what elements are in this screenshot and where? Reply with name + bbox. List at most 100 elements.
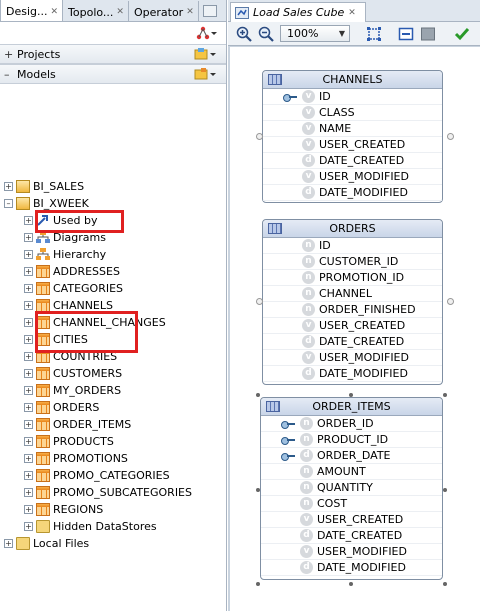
diagram-canvas[interactable]: CHANNELS v ID v CLASS v NAME v USER_CREATED …	[230, 47, 480, 611]
properties-icon[interactable]	[420, 26, 436, 42]
collapse-icon[interactable]: –	[4, 199, 13, 208]
attribute-row[interactable]: v NAME	[263, 121, 442, 137]
tree-item-datastore[interactable]: + CUSTOMERS	[24, 365, 122, 382]
attribute-row[interactable]: n QUANTITY	[261, 480, 442, 496]
validate-icon[interactable]	[454, 26, 470, 42]
attribute-row[interactable]: v USER_MODIFIED	[261, 544, 442, 560]
collapse-icon[interactable]: –	[4, 68, 14, 81]
tree-item-hidden-datastores[interactable]: + Hidden DataStores	[24, 518, 157, 535]
models-toolbar[interactable]	[194, 67, 218, 81]
expand-icon[interactable]: +	[24, 284, 33, 293]
zoom-select[interactable]: 100% ▼	[280, 25, 350, 42]
tree-item-datastore[interactable]: + REGIONS	[24, 501, 103, 518]
selection-handle[interactable]	[443, 488, 447, 492]
attribute-row[interactable]: n CHANNEL	[263, 286, 442, 302]
zoom-in-icon[interactable]	[236, 26, 252, 42]
close-icon[interactable]: ✕	[348, 8, 356, 18]
attribute-row[interactable]: n ID	[263, 238, 442, 254]
minimize-icon[interactable]	[202, 4, 217, 17]
attribute-row[interactable]: n AMOUNT	[261, 464, 442, 480]
tree-item-datastore[interactable]: + PROMOTIONS	[24, 450, 128, 467]
tree-item-hierarchy[interactable]: + Hierarchy	[24, 246, 106, 263]
entity-header[interactable]: CHANNELS	[263, 71, 442, 89]
accordion-projects[interactable]: + Projects	[0, 44, 226, 64]
tree-item-local-files[interactable]: + Local Files	[4, 535, 89, 552]
attribute-row[interactable]: d DATE_CREATED	[263, 334, 442, 350]
selection-handle[interactable]	[443, 393, 447, 397]
attribute-row[interactable]: d DATE_MODIFIED	[263, 185, 442, 201]
close-icon[interactable]: ✕	[51, 7, 59, 17]
selection-handle[interactable]	[256, 488, 260, 492]
selection-handle[interactable]	[256, 582, 260, 586]
tab-topology[interactable]: Topolo... ✕	[63, 1, 129, 21]
expand-icon[interactable]: +	[24, 437, 33, 446]
tree-item-datastore[interactable]: + PROMO_CATEGORIES	[24, 467, 170, 484]
expand-icon[interactable]: +	[24, 352, 33, 361]
expand-icon[interactable]: +	[24, 505, 33, 514]
attribute-row[interactable]: n CUSTOMER_ID	[263, 254, 442, 270]
expand-icon[interactable]: +	[24, 250, 33, 259]
expand-icon[interactable]: +	[24, 301, 33, 310]
connector-handle[interactable]	[447, 298, 454, 305]
accordion-models[interactable]: – Models	[0, 64, 226, 84]
tree-item-datastore[interactable]: + ORDER_ITEMS	[24, 416, 131, 433]
selection-handle[interactable]	[349, 393, 353, 397]
projects-toolbar[interactable]	[194, 47, 218, 61]
attribute-row[interactable]: v USER_MODIFIED	[263, 350, 442, 366]
new-model-icon[interactable]	[194, 67, 218, 81]
selection-handle[interactable]	[443, 582, 447, 586]
tree-item-datastore[interactable]: + ORDERS	[24, 399, 99, 416]
attribute-row[interactable]: v USER_CREATED	[263, 318, 442, 334]
tree-item-datastore[interactable]: + PRODUCTS	[24, 433, 114, 450]
entity-orders[interactable]: ORDERS n ID n CUSTOMER_ID n PROMOTION_ID nC…	[262, 219, 443, 385]
attribute-row[interactable]: d DATE_CREATED	[261, 528, 442, 544]
selection-handle[interactable]	[256, 393, 260, 397]
connector-handle[interactable]	[447, 133, 454, 140]
tree-item-bi-sales[interactable]: + BI_SALES	[4, 178, 84, 195]
attribute-row[interactable]: v USER_CREATED	[263, 137, 442, 153]
tree-item-datastore[interactable]: + ADDRESSES	[24, 263, 120, 280]
expand-icon[interactable]: +	[24, 471, 33, 480]
expand-icon[interactable]: +	[24, 369, 33, 378]
connect-navigator-icon[interactable]	[196, 26, 218, 40]
expand-icon[interactable]: +	[24, 488, 33, 497]
layout-icon[interactable]	[398, 26, 414, 42]
tree-item-datastore[interactable]: + PROMO_SUBCATEGORIES	[24, 484, 192, 501]
expand-icon[interactable]: +	[24, 420, 33, 429]
expand-icon[interactable]: +	[24, 216, 33, 225]
expand-icon[interactable]: +	[24, 335, 33, 344]
attribute-row[interactable]: v CLASS	[263, 105, 442, 121]
expand-icon[interactable]: +	[24, 267, 33, 276]
zoom-out-icon[interactable]	[258, 26, 274, 42]
attribute-row[interactable]: d DATE_MODIFIED	[261, 560, 442, 576]
close-icon[interactable]: ✕	[116, 7, 124, 17]
expand-icon[interactable]: +	[4, 48, 14, 61]
tree-item-datastore[interactable]: + MY_ORDERS	[24, 382, 121, 399]
expand-icon[interactable]: +	[24, 386, 33, 395]
entity-header[interactable]: ORDERS	[263, 220, 442, 238]
attribute-row[interactable]: d DATE_MODIFIED	[263, 366, 442, 382]
attribute-row[interactable]: n COST	[261, 496, 442, 512]
tab-load-sales-cube[interactable]: Load Sales Cube ✕	[230, 2, 366, 22]
expand-icon[interactable]: +	[4, 182, 13, 191]
attribute-row[interactable]: n PROMOTION_ID	[263, 270, 442, 286]
attribute-row[interactable]: d DATE_CREATED	[263, 153, 442, 169]
attribute-row[interactable]: v USER_CREATED	[261, 512, 442, 528]
attribute-row[interactable]: n ORDER_ID	[261, 416, 442, 432]
entity-order-items[interactable]: ORDER_ITEMS n ORDER_ID n PRODUCT_ID d ORDER…	[260, 397, 443, 580]
close-icon[interactable]: ✕	[186, 7, 194, 17]
connector-handle[interactable]	[256, 133, 263, 140]
attribute-row[interactable]: d ORDER_DATE	[261, 448, 442, 464]
tab-operator[interactable]: Operator ✕	[128, 1, 199, 21]
expand-icon[interactable]: +	[4, 539, 13, 548]
expand-icon[interactable]: +	[24, 454, 33, 463]
connector-handle[interactable]	[256, 298, 263, 305]
attribute-row[interactable]: v USER_MODIFIED	[263, 169, 442, 185]
expand-icon[interactable]: +	[24, 318, 33, 327]
expand-icon[interactable]: +	[24, 233, 33, 242]
attribute-row[interactable]: v ID	[263, 89, 442, 105]
tree-item-datastore[interactable]: + CATEGORIES	[24, 280, 123, 297]
attribute-row[interactable]: n PRODUCT_ID	[261, 432, 442, 448]
entity-channels[interactable]: CHANNELS v ID v CLASS v NAME v USER_CREATED …	[262, 70, 443, 203]
new-project-icon[interactable]	[194, 47, 218, 61]
